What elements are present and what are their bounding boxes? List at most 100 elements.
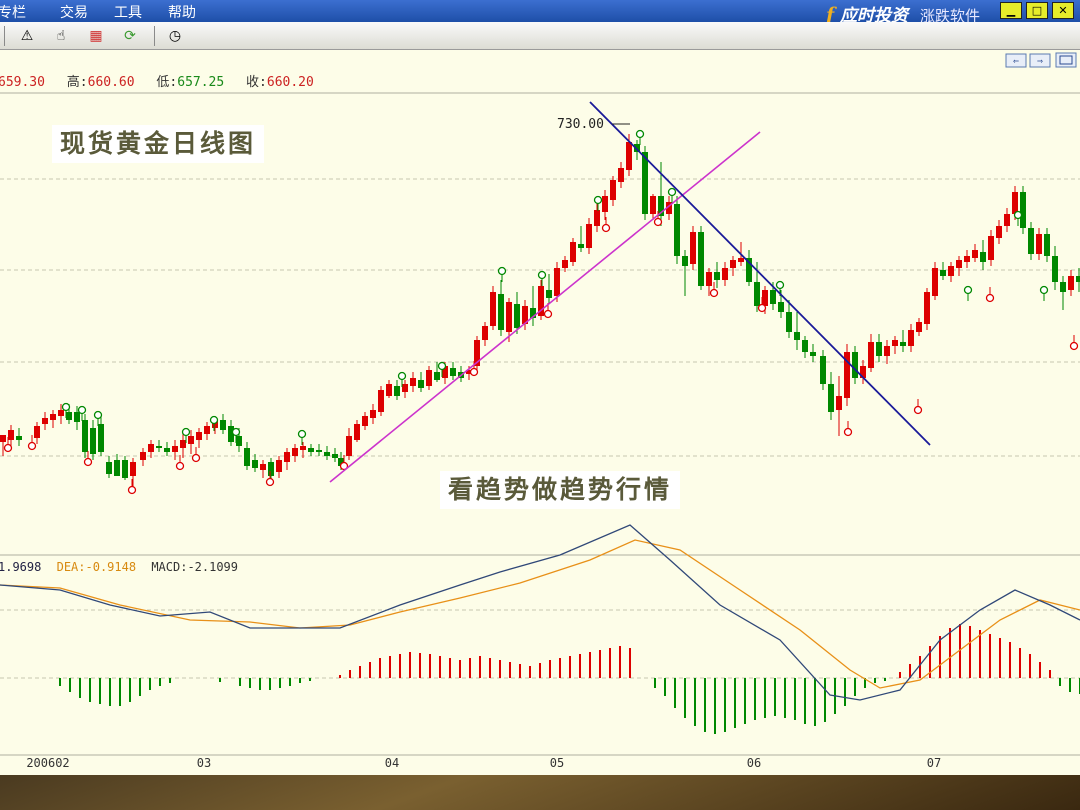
candle (1004, 208, 1010, 232)
hand-pointer-button[interactable]: ☝ (51, 26, 71, 46)
candle-body (140, 452, 146, 460)
candle-body (778, 302, 784, 312)
candle-body (594, 210, 600, 226)
candle (252, 454, 258, 472)
marker-head (601, 223, 611, 233)
candle-body (996, 226, 1002, 238)
candle (370, 404, 376, 424)
candle-body (0, 435, 6, 442)
candle-body (908, 330, 914, 346)
menu-item-trade[interactable]: 交易 (60, 2, 88, 22)
maximize-button[interactable]: □ (1026, 2, 1048, 19)
marker-head (469, 367, 479, 377)
sell-signal-marker (1039, 285, 1049, 301)
candle-body (106, 462, 112, 474)
marker-head (593, 195, 603, 205)
candle (698, 226, 704, 290)
macd-info-line: 1.9698 DEA:-0.9148 MACD:-2.1099 (0, 560, 238, 574)
marker-head (1013, 210, 1023, 220)
candle-body (410, 378, 416, 386)
candle-body (900, 342, 906, 346)
marker-head (181, 427, 191, 437)
candle-body (122, 460, 128, 478)
candle (730, 256, 736, 276)
marker-head (437, 361, 447, 371)
candle (802, 336, 808, 358)
candle-body (98, 424, 104, 452)
refresh-icon: ⟳ (124, 28, 136, 44)
candle-body (498, 294, 504, 330)
candle (450, 362, 456, 380)
warning-button[interactable]: ⚠ (17, 26, 37, 46)
marker-head (709, 288, 719, 298)
candle (924, 288, 930, 330)
price-info-line: 659.30 高:660.60 低:657.25 收:660.20 (0, 74, 314, 90)
candle (1060, 276, 1066, 310)
panel-borders (0, 92, 1080, 756)
candle-body (1076, 276, 1080, 282)
candle (378, 386, 384, 416)
candle-body (34, 426, 40, 438)
candle-body (90, 428, 96, 454)
candle-body (252, 460, 258, 468)
candle (284, 448, 290, 470)
gridlines (0, 178, 1080, 679)
candle (276, 456, 282, 478)
marker-head (93, 410, 103, 420)
candle-body (820, 356, 826, 384)
candle-body (490, 292, 496, 326)
candle-body (626, 142, 632, 170)
clock-icon: ◷ (168, 28, 182, 44)
candle-body (706, 272, 712, 286)
candle-body (698, 232, 704, 286)
candle (578, 226, 584, 252)
candle-body (434, 372, 440, 380)
candle-body (868, 342, 874, 368)
candle-body (836, 396, 842, 410)
marker-head (757, 303, 767, 313)
candle-body (948, 266, 954, 276)
refresh-button[interactable]: ⟳ (120, 26, 140, 46)
candle-body (172, 446, 178, 452)
candle (810, 344, 816, 362)
menu-item-tools[interactable]: 工具 (114, 2, 142, 22)
candle-body (980, 252, 986, 262)
macd-value: -2.1099 (187, 560, 238, 574)
buy-signal-marker (1069, 335, 1079, 351)
close-button[interactable]: ✕ (1052, 2, 1074, 19)
candle (884, 340, 890, 364)
candle-body (130, 462, 136, 476)
buy-signal-marker (913, 399, 923, 415)
marker-head (297, 429, 307, 439)
marker-head (61, 402, 71, 412)
candle (714, 262, 720, 288)
x-tick-label: 200602 (26, 756, 69, 770)
candle (618, 162, 624, 188)
candle-body (402, 384, 408, 392)
x-tick-label: 03 (197, 756, 211, 770)
clock-button[interactable]: ◷ (165, 26, 185, 46)
candle-body (1052, 256, 1058, 282)
candle (244, 442, 250, 470)
grid-color-button[interactable]: ▦ (86, 26, 106, 46)
chart-banner-top: 现货黄金日线图 (52, 125, 265, 163)
sell-signal-marker (963, 285, 973, 301)
candle (122, 456, 128, 480)
marker-head (497, 266, 507, 276)
candle-body (220, 420, 226, 430)
candle-body (602, 196, 608, 212)
expand-button[interactable] (1055, 52, 1077, 68)
candle-body (916, 322, 922, 332)
close-value: 660.20 (267, 75, 314, 90)
minimize-button[interactable]: ▁ (1000, 2, 1022, 19)
candle-body (770, 290, 776, 304)
candle-body (236, 436, 242, 446)
menu-item-help[interactable]: 帮助 (168, 2, 196, 22)
candle-body (892, 340, 898, 346)
marker-head (191, 453, 201, 463)
candle (964, 250, 970, 268)
menu-item-column[interactable]: 专栏 (0, 2, 26, 22)
marker-head (543, 309, 553, 319)
candle (828, 372, 834, 420)
macd-label: MACD: (151, 560, 187, 574)
